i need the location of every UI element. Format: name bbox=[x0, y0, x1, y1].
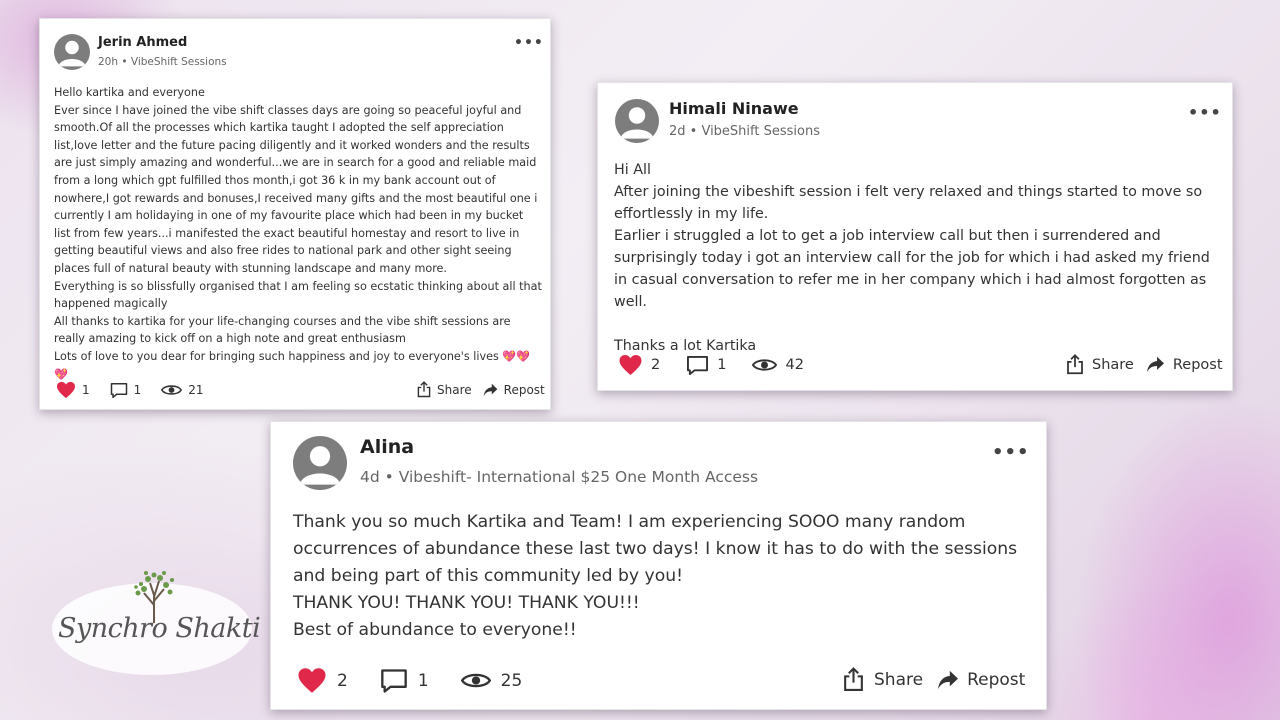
author-name[interactable]: Jerin Ahmed bbox=[98, 35, 187, 50]
post-paragraph bbox=[614, 313, 1218, 335]
post-paragraph: Earlier i struggled a lot to get a job i… bbox=[614, 228, 1210, 310]
author-name[interactable]: Himali Ninawe bbox=[669, 99, 799, 118]
share-icon bbox=[844, 667, 863, 691]
comment-icon bbox=[687, 355, 709, 375]
views-indicator: 42 bbox=[752, 357, 804, 373]
post-paragraph: All thanks to kartika for your life-chan… bbox=[54, 314, 511, 346]
comment-button[interactable]: 1 bbox=[110, 382, 142, 399]
eye-icon bbox=[752, 359, 778, 371]
post-stats: 2 1 42 bbox=[618, 354, 804, 376]
repost-button[interactable]: Repost bbox=[1146, 356, 1223, 373]
heart-icon bbox=[619, 355, 642, 375]
avatar[interactable] bbox=[54, 34, 90, 70]
post-card-himali: Himali Ninawe 2d • VibeShift Sessions ••… bbox=[597, 82, 1233, 391]
view-count: 42 bbox=[785, 357, 804, 373]
comment-button[interactable]: 1 bbox=[380, 668, 429, 694]
post-actions: Share Repost bbox=[417, 381, 545, 398]
post-body: Hi All After joining the vibeshift sessi… bbox=[614, 159, 1218, 357]
like-count: 2 bbox=[337, 670, 348, 691]
like-button[interactable]: 1 bbox=[56, 381, 90, 399]
like-button[interactable]: 2 bbox=[297, 667, 348, 694]
post-paragraph: Ever since I have joined the vibe shift … bbox=[54, 103, 538, 275]
repost-icon bbox=[938, 670, 959, 689]
post-paragraph: Best of abundance to everyone!! bbox=[293, 620, 577, 640]
more-options-icon[interactable]: ••• bbox=[514, 35, 544, 51]
post-paragraph: THANK YOU! THANK YOU! THANK YOU!!! bbox=[293, 593, 640, 613]
post-actions: Share Repost bbox=[843, 667, 1025, 692]
post-actions: Share Repost bbox=[1066, 354, 1223, 375]
comment-icon bbox=[110, 382, 127, 398]
post-paragraph: Thank you so much Kartika and Team! I am… bbox=[293, 512, 1018, 586]
heart-icon bbox=[298, 668, 326, 693]
views-indicator: 21 bbox=[161, 383, 204, 397]
synchro-shakti-logo: Synchro Shakti bbox=[52, 565, 261, 675]
share-icon bbox=[417, 381, 431, 398]
comment-count: 1 bbox=[417, 670, 429, 691]
avatar[interactable] bbox=[615, 99, 659, 143]
like-count: 1 bbox=[82, 383, 90, 397]
repost-button[interactable]: Repost bbox=[937, 670, 1025, 690]
comment-button[interactable]: 1 bbox=[686, 355, 726, 376]
share-button[interactable]: Share bbox=[843, 667, 923, 692]
post-body: Hello kartika and everyone Ever since I … bbox=[54, 84, 542, 383]
repost-label: Repost bbox=[1172, 356, 1223, 373]
post-paragraph: Everything is so blissfully organised th… bbox=[54, 279, 542, 311]
view-count: 25 bbox=[500, 670, 523, 691]
post-card-jerin: Jerin Ahmed 20h • VibeShift Sessions •••… bbox=[39, 18, 551, 410]
like-button[interactable]: 2 bbox=[618, 354, 660, 376]
share-button[interactable]: Share bbox=[417, 381, 472, 398]
avatar[interactable] bbox=[293, 436, 347, 490]
view-count: 21 bbox=[188, 383, 204, 397]
logo-wordmark: Synchro Shakti bbox=[58, 613, 261, 644]
share-button[interactable]: Share bbox=[1066, 354, 1134, 375]
post-meta: 20h • VibeShift Sessions bbox=[98, 56, 227, 68]
post-meta: 2d • VibeShift Sessions bbox=[669, 124, 820, 139]
post-body: Thank you so much Kartika and Team! I am… bbox=[293, 509, 1038, 644]
more-options-icon[interactable]: ••• bbox=[1188, 103, 1222, 122]
post-paragraph: Hello kartika and everyone bbox=[54, 86, 205, 99]
repost-label: Repost bbox=[967, 669, 1026, 690]
comment-count: 1 bbox=[133, 383, 142, 397]
repost-icon bbox=[1146, 356, 1164, 373]
heart-icon bbox=[57, 381, 75, 399]
post-paragraph: Hi All bbox=[614, 162, 651, 178]
comment-count: 1 bbox=[717, 357, 727, 373]
like-count: 2 bbox=[651, 357, 661, 373]
author-name[interactable]: Alina bbox=[360, 436, 414, 458]
post-paragraph: After joining the vibeshift session i fe… bbox=[614, 184, 1203, 222]
share-label: Share bbox=[874, 669, 924, 690]
repost-icon bbox=[483, 383, 498, 396]
share-label: Share bbox=[437, 382, 472, 397]
repost-label: Repost bbox=[503, 382, 545, 397]
views-indicator: 25 bbox=[460, 670, 523, 691]
post-meta: 4d • Vibeshift- International $25 One Mo… bbox=[360, 468, 759, 486]
eye-icon bbox=[460, 673, 491, 688]
post-stats: 2 1 25 bbox=[297, 667, 522, 694]
eye-icon bbox=[161, 385, 183, 395]
more-options-icon[interactable]: ••• bbox=[992, 442, 1030, 463]
post-card-alina: Alina 4d • Vibeshift- International $25 … bbox=[270, 421, 1047, 710]
comment-icon bbox=[380, 668, 407, 693]
share-icon bbox=[1067, 354, 1083, 375]
share-label: Share bbox=[1092, 356, 1134, 373]
post-stats: 1 1 21 bbox=[56, 381, 204, 399]
post-paragraph: Lots of love to you dear for bringing su… bbox=[54, 349, 531, 381]
repost-button[interactable]: Repost bbox=[483, 383, 545, 397]
